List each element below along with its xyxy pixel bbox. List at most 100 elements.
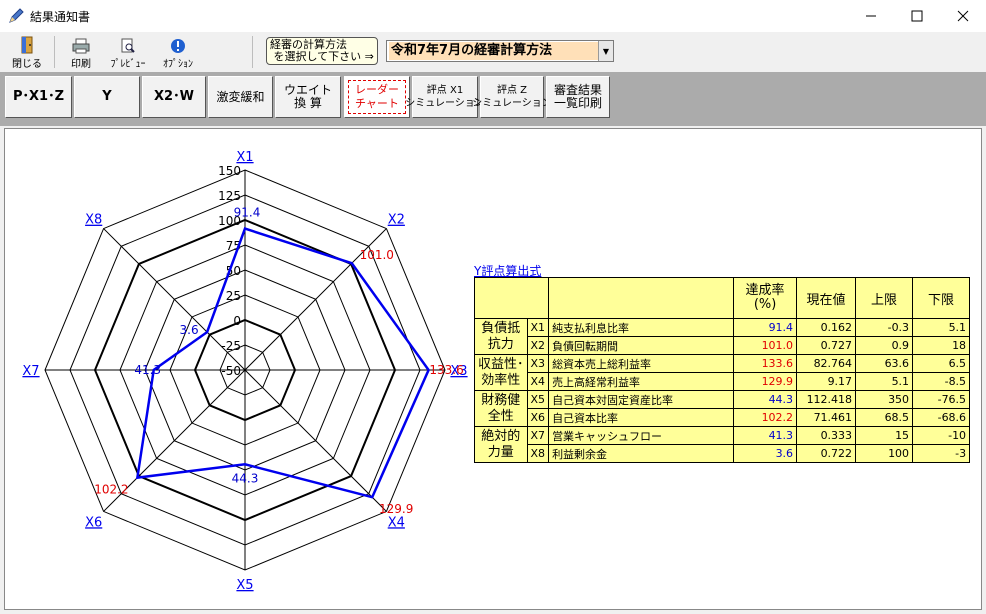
row-current: 0.333 — [796, 426, 857, 445]
metrics-table: 達成率 (%) 現在値 上限 下限 負債抵 抗力 X1 純支払利息比率 91.4… — [473, 277, 971, 463]
row-upper: 68.5 — [855, 408, 914, 427]
row-code: X2 — [526, 336, 550, 355]
preview-icon — [121, 38, 135, 53]
table-row: X6 自己資本比率 102.2 71.461 68.5 -68.6 — [475, 408, 971, 427]
axis-label: X4 — [388, 515, 405, 530]
calc-method-label-text: 経審の計算方法 を選択して下さい ⇒ — [270, 38, 374, 63]
close-button[interactable]: 閉じる — [10, 34, 44, 70]
options-button[interactable]: ｵﾌﾟｼｮﾝ — [156, 34, 200, 70]
axis-label: X8 — [85, 213, 102, 228]
group-label: 財務健 全性 — [474, 390, 528, 427]
header-current: 現在値 — [796, 277, 857, 319]
chevron-down-icon[interactable]: ▼ — [598, 41, 613, 61]
table-header-row: 達成率 (%) 現在値 上限 下限 — [473, 277, 971, 319]
axis-label: X5 — [236, 578, 253, 593]
table-row: X4 売上高経常利益率 129.9 9.17 5.1 -8.5 — [475, 372, 971, 391]
row-name: 自己資本対固定資産比率 — [548, 390, 735, 409]
minimize-icon — [866, 15, 876, 17]
row-lower: 18 — [912, 336, 971, 355]
nav-label: 審査結果 一覧印刷 — [553, 83, 602, 110]
calc-method-label: 経審の計算方法 を選択して下さい ⇒ — [266, 37, 378, 65]
minimize-button[interactable] — [848, 0, 894, 32]
row-lower: -68.6 — [912, 408, 971, 427]
row-name: 売上高経常利益率 — [548, 372, 735, 391]
row-upper: 100 — [855, 444, 914, 463]
group-label: 収益性･ 効率性 — [474, 354, 528, 391]
nav-label: Y — [102, 89, 112, 104]
row-name: 営業キャッシュフロー — [548, 426, 735, 445]
row-code: X4 — [526, 372, 550, 391]
nav-label: ウエイト 換 算 — [283, 83, 332, 110]
value-label: 44.3 — [232, 471, 259, 485]
data-series-line — [135, 227, 431, 499]
print-label: 印刷 — [71, 59, 91, 70]
tick-label: 25 — [226, 289, 241, 303]
value-label: 102.2 — [94, 483, 128, 497]
maximize-button[interactable] — [894, 0, 940, 32]
calc-method-select[interactable]: 令和7年7月の経審計算方法 ▼ — [386, 40, 614, 62]
row-name: 総資本売上総利益率 — [548, 354, 735, 373]
window-title: 結果通知書 — [30, 10, 91, 24]
nav-button-z-sim[interactable]: 評点 Z シミュレーション — [472, 76, 552, 118]
table-row: 負債抵 抗力 X1 純支払利息比率 91.4 0.162 -0.3 5.1 — [474, 318, 971, 355]
row-upper: 63.6 — [855, 354, 914, 373]
row-current: 0.727 — [796, 336, 857, 355]
axis-label: X6 — [85, 515, 102, 530]
nav-button-y[interactable]: Y — [74, 76, 140, 118]
nav-button-x2w[interactable]: X2･W — [142, 76, 206, 118]
nav-button-print-list[interactable]: 審査結果 一覧印刷 — [546, 76, 610, 118]
row-rate: 101.0 — [733, 336, 798, 355]
row-current: 0.722 — [796, 444, 857, 463]
close-window-button[interactable] — [940, 0, 986, 32]
nav-label: 激変緩和 — [216, 89, 265, 104]
table-row: X2 負債回転期間 101.0 0.727 0.9 18 — [475, 336, 971, 355]
print-button[interactable]: 印刷 — [64, 34, 98, 70]
nav-button-radar[interactable]: レーダー チャート — [344, 76, 410, 118]
row-code: X6 — [526, 408, 550, 427]
row-current: 9.17 — [796, 372, 857, 391]
nav-button-weight[interactable]: ウエイト 換 算 — [275, 76, 341, 118]
nav-label: P･X1･Z — [12, 89, 65, 104]
row-lower: -8.5 — [912, 372, 971, 391]
nav-button-mitigation[interactable]: 激変緩和 — [208, 76, 273, 118]
axis-label: X1 — [236, 150, 253, 165]
row-current: 0.162 — [796, 318, 857, 337]
header-upper: 上限 — [855, 277, 914, 319]
preview-label: ﾌﾟﾚﾋﾞｭｰ — [110, 59, 146, 70]
group-label: 負債抵 抗力 — [474, 318, 528, 355]
row-code: X8 — [526, 444, 550, 463]
nav-bar: P･X1･Z Y X2･W 激変緩和 ウエイト 換 算 レーダー チャート 評点… — [0, 72, 986, 126]
row-lower: -10 — [912, 426, 971, 445]
info-icon — [171, 39, 185, 53]
table-row: X8 利益剰余金 3.6 0.722 100 -3 — [475, 444, 971, 463]
row-lower: 6.5 — [912, 354, 971, 373]
nav-button-x1-sim[interactable]: 評点 X1 シミュレーション — [405, 76, 485, 118]
separator — [54, 36, 55, 68]
row-rate: 129.9 — [733, 372, 798, 391]
row-upper: 5.1 — [855, 372, 914, 391]
row-rate: 91.4 — [733, 318, 798, 337]
title-bar: 結果通知書 — [0, 0, 986, 32]
row-code: X5 — [526, 390, 550, 409]
tick-label: 125 — [218, 189, 241, 203]
row-rate: 41.3 — [733, 426, 798, 445]
header-empty — [548, 277, 735, 319]
printer-icon — [72, 38, 90, 54]
nav-button-pxz[interactable]: P･X1･Z — [5, 76, 72, 118]
row-current: 82.764 — [796, 354, 857, 373]
tick-label: 0 — [233, 314, 241, 328]
row-name: 負債回転期間 — [548, 336, 735, 355]
group-label: 絶対的 力量 — [474, 426, 528, 463]
door-icon — [21, 36, 33, 54]
row-code: X1 — [526, 318, 550, 337]
close-icon — [957, 10, 969, 22]
row-name: 純支払利息比率 — [548, 318, 735, 337]
row-rate: 102.2 — [733, 408, 798, 427]
header-empty — [473, 277, 550, 319]
preview-button[interactable]: ﾌﾟﾚﾋﾞｭｰ — [106, 34, 150, 70]
row-lower: -76.5 — [912, 390, 971, 409]
table-row: 財務健 全性 X5 自己資本対固定資産比率 44.3 112.418 350 -… — [474, 390, 971, 427]
row-lower: -3 — [912, 444, 971, 463]
row-code: X7 — [526, 426, 550, 445]
row-current: 71.461 — [796, 408, 857, 427]
